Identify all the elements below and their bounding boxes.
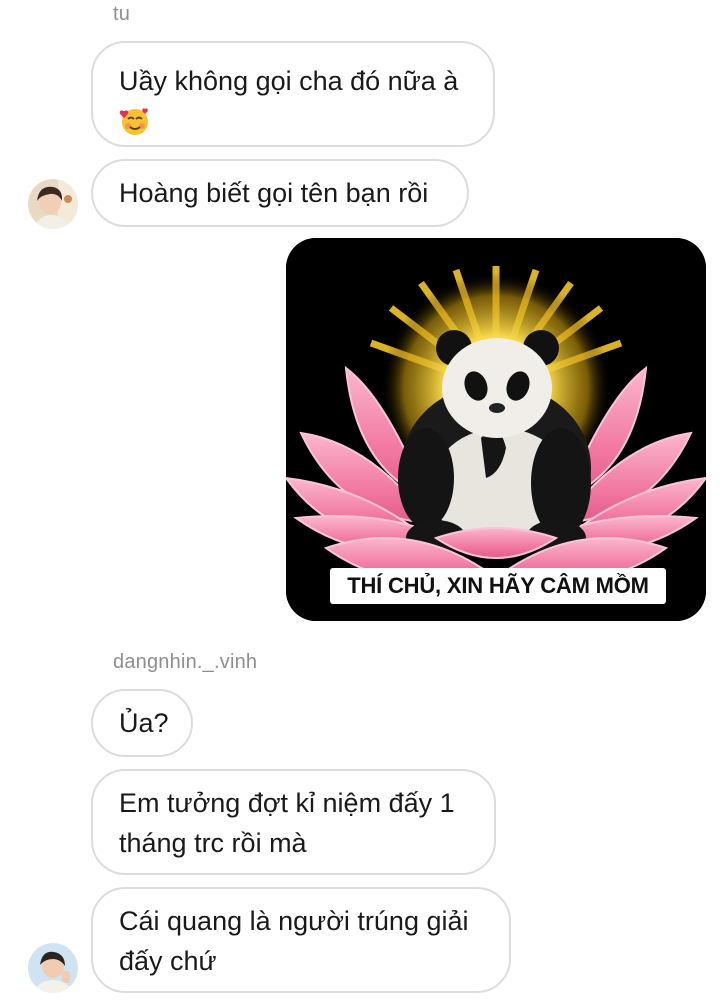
message-bubble[interactable]: Hoàng biết gọi tên bạn rồi [91,159,469,227]
sent-image[interactable]: THÍ CHỦ, XIN HÃY CÂM MỒM [286,238,706,621]
message-text: Ủa? [119,708,169,738]
message-bubble[interactable]: Cái quang là người trúng giải đấy chứ [91,887,511,993]
sender-name: tu [113,3,131,25]
avatar[interactable] [28,179,78,229]
message-text-line: Em tưởng đợt kỉ niệm đấy 1 [119,788,455,818]
message-text: Hoàng biết gọi tên bạn rồi [119,178,429,208]
message-text-line: đấy chứ [119,946,217,976]
message-bubble[interactable]: Em tưởng đợt kỉ niệm đấy 1 tháng trc rồi… [91,769,496,875]
image-caption: THÍ CHỦ, XIN HÃY CÂM MỒM [330,568,666,604]
avatar[interactable] [28,943,78,993]
sender-name: dangnhin._.vinh [113,651,258,673]
message-text-line: Cái quang là người trúng giải [119,906,469,936]
panda-on-lotus-icon [286,238,706,621]
user-avatar-icon [28,943,78,993]
message-bubble[interactable]: Uầy không gọi cha đó nữa à [91,41,495,147]
message-bubble[interactable]: Ủa? [91,689,193,757]
message-text-line: tháng trc rồi mà [119,828,307,858]
smiling-face-with-hearts-icon [119,108,148,135]
message-text: Uầy không gọi cha đó nữa à [119,66,459,96]
user-avatar-icon [28,179,78,229]
